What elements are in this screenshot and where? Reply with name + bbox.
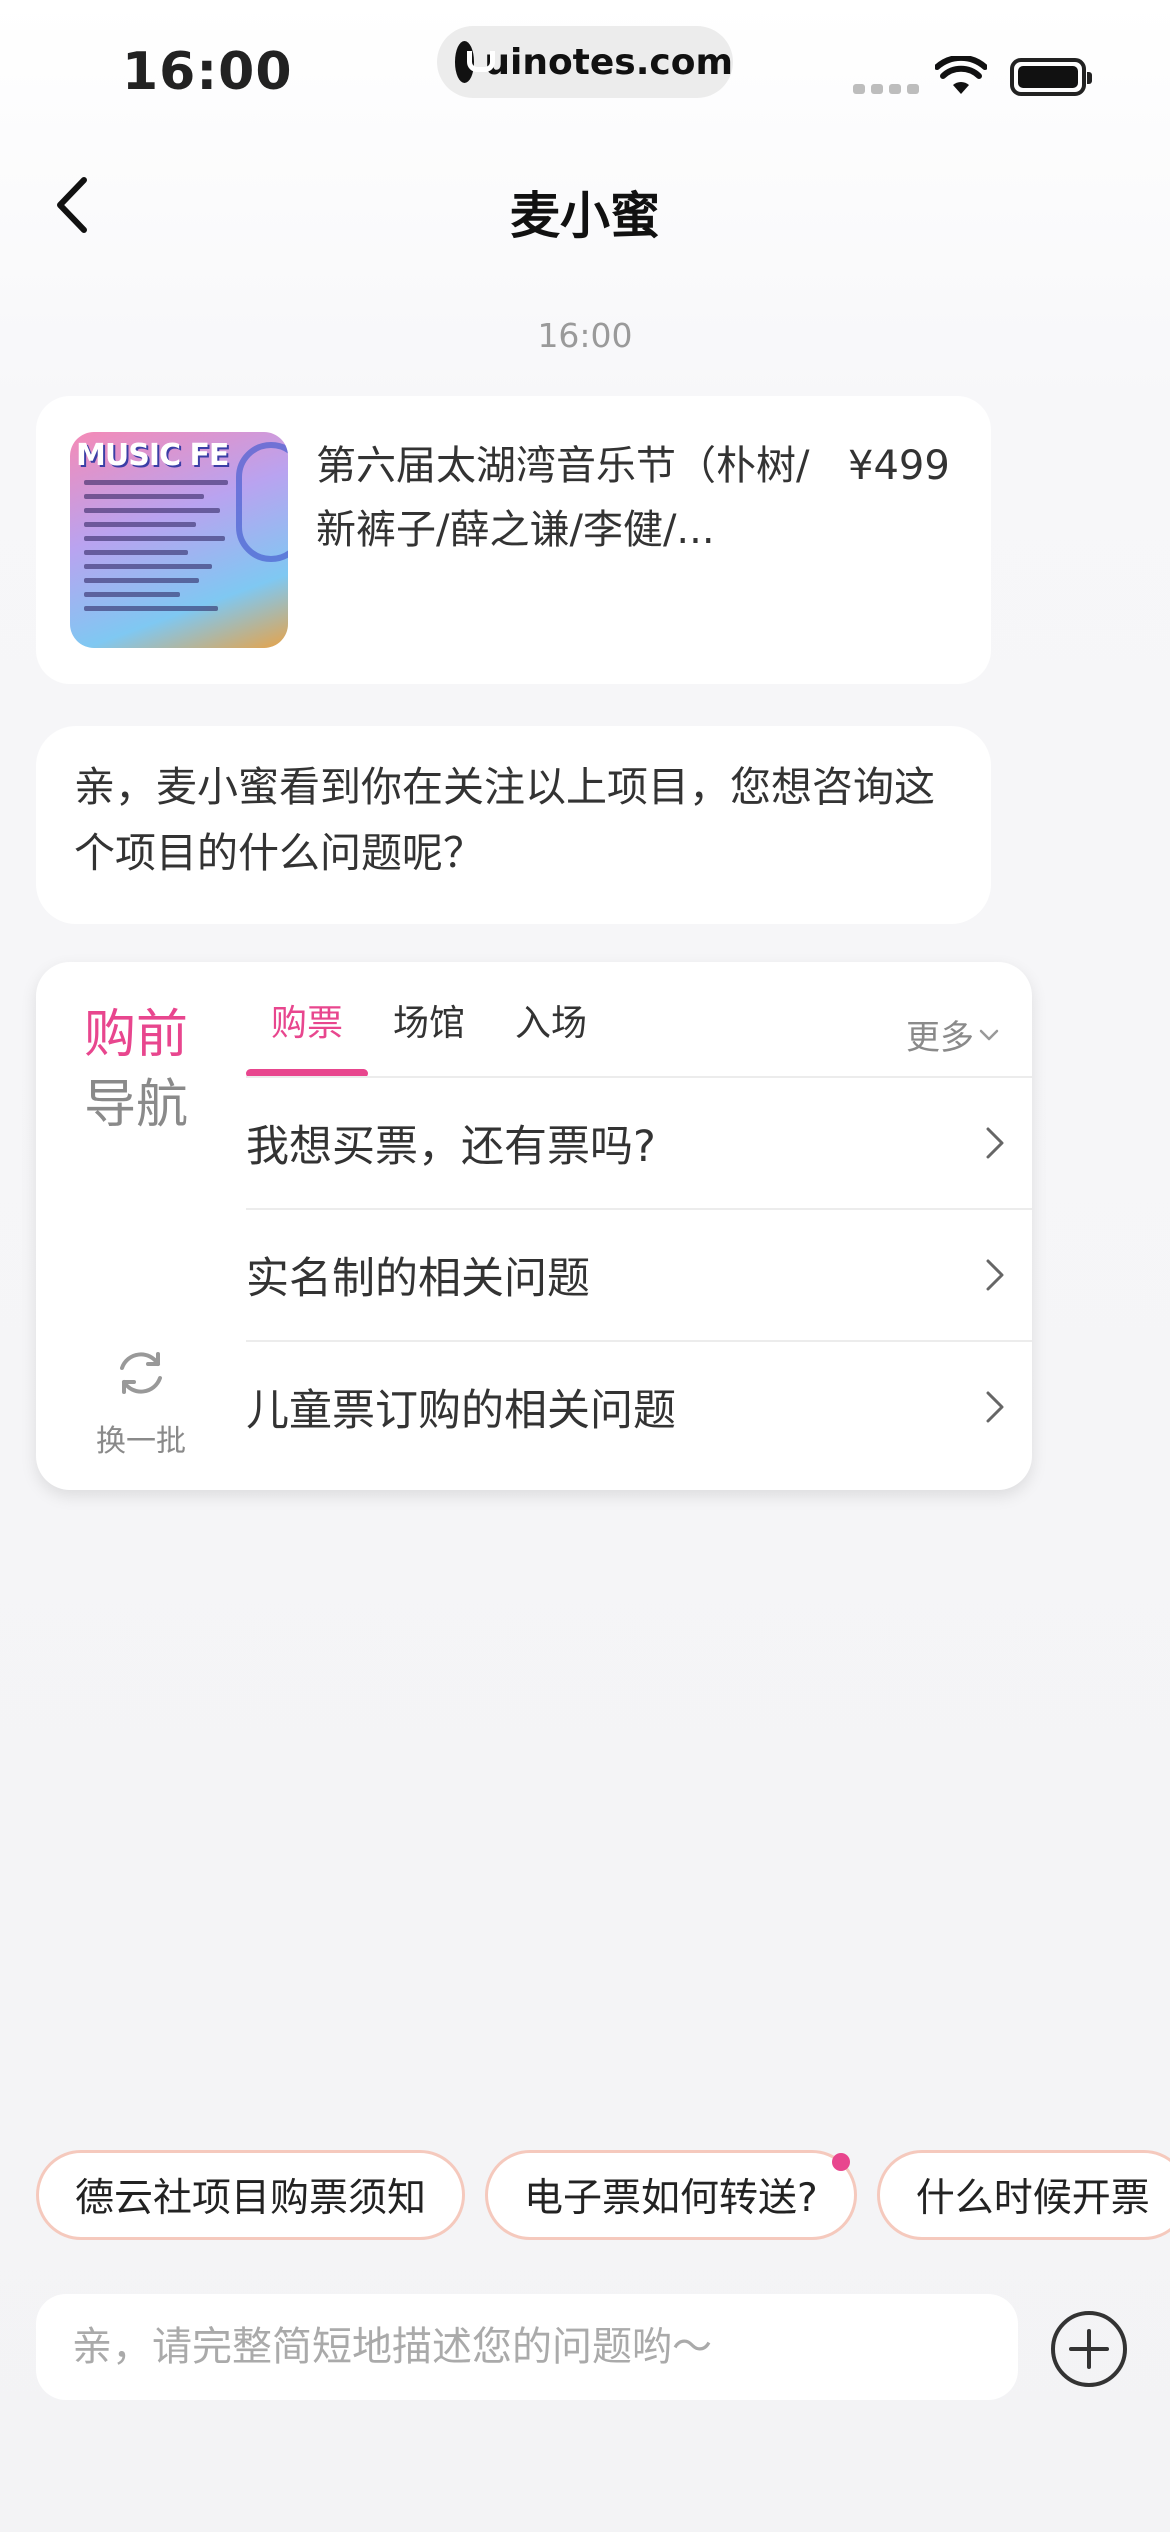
guide-tabs: 购票 场馆 入场 bbox=[246, 994, 612, 1078]
product-thumbnail: MUSIC FE bbox=[70, 432, 288, 648]
more-button[interactable]: 更多 bbox=[906, 1010, 1000, 1059]
refresh-icon[interactable] bbox=[114, 1346, 168, 1400]
product-card[interactable]: MUSIC FE 第六届太湖湾音乐节（朴树/新裤子/薛之谦/李健/... ¥49… bbox=[36, 396, 991, 684]
message-input-container bbox=[36, 2294, 1018, 2400]
status-bar: 16:00 uinotes.com bbox=[0, 0, 1170, 140]
bot-message-bubble: 亲，麦小蜜看到你在关注以上项目，您想咨询这个项目的什么问题呢？ bbox=[36, 726, 991, 924]
quick-chip-label: 电子票如何转送? bbox=[524, 2176, 818, 2221]
question-label: 我想买票，还有票吗? bbox=[246, 1122, 656, 1172]
tab-entry[interactable]: 入场 bbox=[490, 994, 612, 1076]
quick-chip[interactable]: 德云社项目购票须知 bbox=[36, 2150, 466, 2240]
url-text: uinotes.com bbox=[484, 41, 733, 83]
quick-chip-label: 什么时候开票 bbox=[915, 2176, 1150, 2221]
plus-circle-icon[interactable] bbox=[1049, 2309, 1129, 2389]
chevron-right-icon bbox=[986, 1259, 1004, 1291]
question-label: 实名制的相关问题 bbox=[246, 1254, 590, 1304]
thumbnail-lineup-decoration bbox=[84, 480, 244, 620]
question-item[interactable]: 儿童票订购的相关问题 bbox=[246, 1340, 1032, 1472]
wifi-icon bbox=[935, 56, 987, 94]
site-logo-icon bbox=[455, 41, 496, 83]
tab-venue[interactable]: 场馆 bbox=[368, 994, 490, 1076]
more-label: 更多 bbox=[906, 1018, 974, 1058]
message-input[interactable] bbox=[72, 2324, 1018, 2370]
quick-chips-scroller[interactable]: 德云社项目购票须知 电子票如何转送? 什么时候开票 bbox=[0, 2120, 1170, 2280]
chevron-right-icon bbox=[986, 1391, 1004, 1423]
refresh-batch-button[interactable]: 换一批 bbox=[36, 1416, 246, 1460]
tab-buy-tickets[interactable]: 购票 bbox=[246, 994, 368, 1078]
quick-chips-row: 德云社项目购票须知 电子票如何转送? 什么时候开票 bbox=[36, 2150, 1170, 2240]
quick-chip-label: 德云社项目购票须知 bbox=[75, 2176, 427, 2221]
chevron-right-icon bbox=[986, 1127, 1004, 1159]
thumbnail-title: MUSIC FE bbox=[76, 438, 229, 473]
guide-sidebar: 购前 导航 换一批 bbox=[36, 962, 246, 1490]
pre-purchase-guide-card: 购前 导航 换一批 购票 场馆 入场 更多 我想买票，还有票吗? 实名制的相关问… bbox=[36, 962, 1032, 1490]
chevron-down-icon bbox=[979, 1029, 999, 1040]
product-price: ¥499 bbox=[848, 443, 950, 489]
product-name: 第六届太湖湾音乐节（朴树/新裤子/薛之谦/李健/... bbox=[316, 443, 810, 553]
question-list: 我想买票，还有票吗? 实名制的相关问题 儿童票订购的相关问题 bbox=[246, 1076, 1032, 1472]
quick-chip[interactable]: 电子票如何转送? bbox=[485, 2150, 857, 2240]
url-pill[interactable]: uinotes.com bbox=[437, 26, 733, 98]
status-time: 16:00 bbox=[122, 42, 293, 102]
new-badge-dot bbox=[831, 2153, 850, 2171]
battery-icon bbox=[1010, 58, 1092, 96]
ferris-wheel-decoration bbox=[236, 442, 288, 562]
cellular-signal-icon bbox=[853, 84, 919, 94]
message-timestamp: 16:00 bbox=[537, 316, 633, 355]
page-title: 麦小蜜 bbox=[510, 187, 660, 245]
quick-chip[interactable]: 什么时候开票 bbox=[876, 2150, 1170, 2240]
question-item[interactable]: 我想买票，还有票吗? bbox=[246, 1076, 1032, 1208]
question-label: 儿童票订购的相关问题 bbox=[246, 1386, 676, 1436]
question-item[interactable]: 实名制的相关问题 bbox=[246, 1208, 1032, 1340]
chat-screen: 16:00 uinotes.com 麦小蜜 16:00 MUSIC FE 第六届… bbox=[0, 0, 1170, 2532]
guide-title-line1: 购前 bbox=[84, 1005, 189, 1065]
guide-title-line2: 导航 bbox=[84, 1075, 189, 1135]
